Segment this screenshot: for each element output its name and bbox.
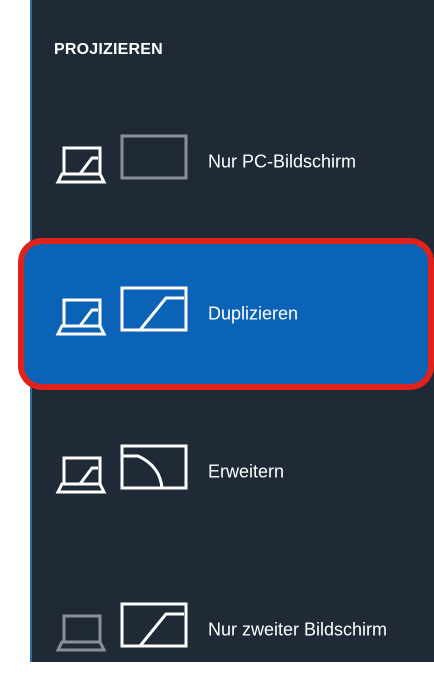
second-screen-only-icon xyxy=(55,602,188,652)
option-label: Nur PC-Bildschirm xyxy=(208,151,357,172)
duplicate-icon xyxy=(55,286,188,336)
option-label: Erweitern xyxy=(208,461,285,482)
pc-only-icon xyxy=(55,134,188,184)
project-option-pc-only[interactable]: Nur PC-Bildschirm xyxy=(30,92,434,232)
screenshot-frame: PROJIZIEREN Nur PC-Bildschirm Dupliziere… xyxy=(0,0,434,662)
option-label: Nur zweiter Bildschirm xyxy=(208,619,388,640)
project-option-duplicate[interactable]: Duplizieren xyxy=(24,244,428,384)
project-option-extend[interactable]: Erweitern xyxy=(30,402,434,542)
project-option-second-screen-only[interactable]: Nur zweiter Bildschirm xyxy=(30,560,434,700)
option-label: Duplizieren xyxy=(208,303,299,324)
panel-title: PROJIZIEREN xyxy=(54,41,163,58)
extend-icon xyxy=(55,444,188,494)
